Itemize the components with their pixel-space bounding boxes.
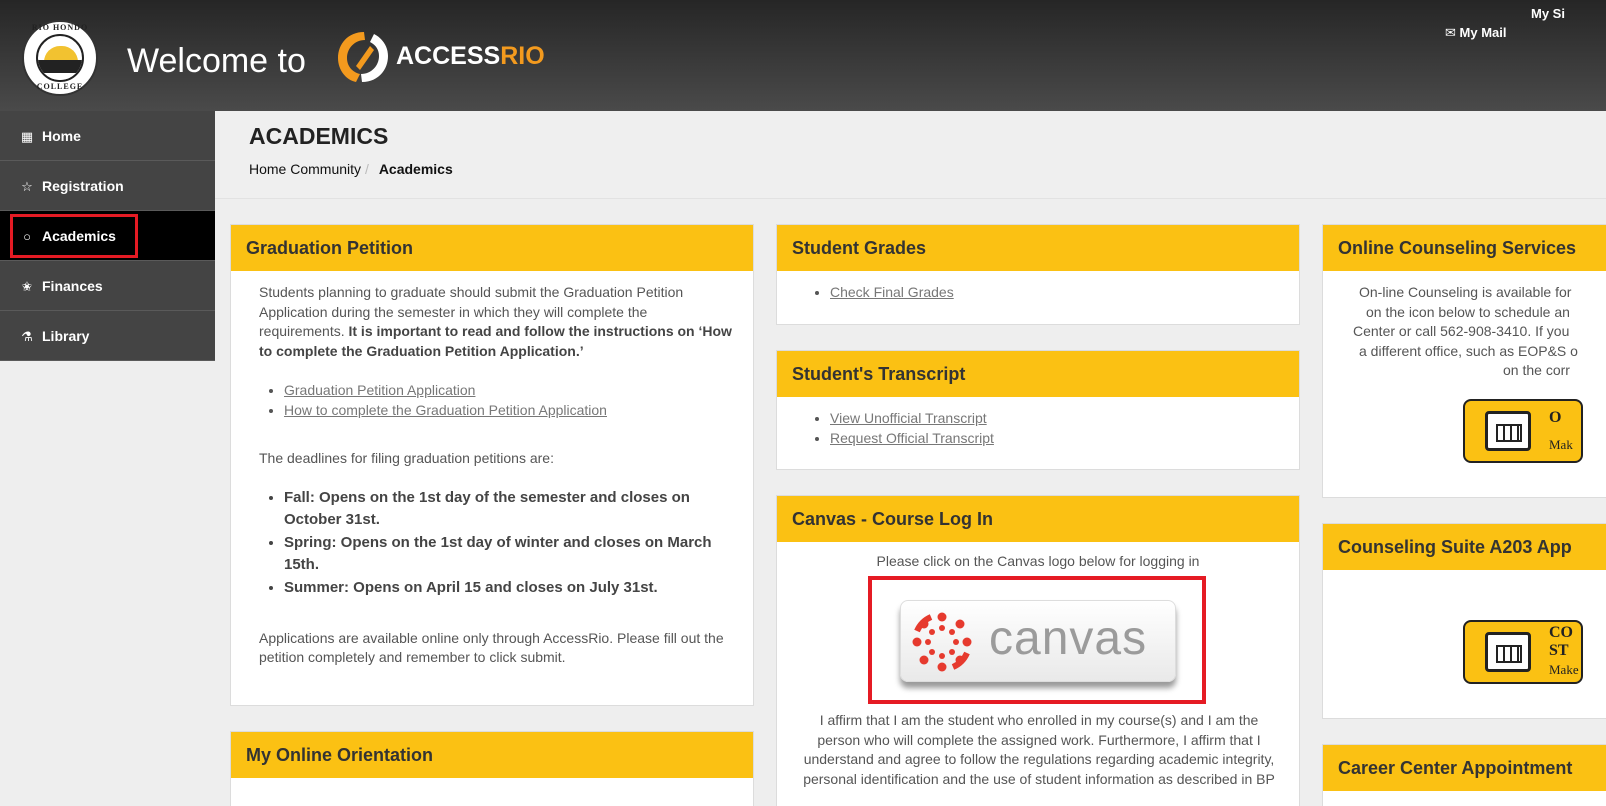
accessrio-wordmark: ACCESSRIO [396, 42, 545, 71]
highlight-box [10, 214, 138, 258]
welcome-text: Welcome to [127, 42, 306, 80]
graduation-outro: Applications are available online only t… [259, 629, 724, 666]
online-orientation-card: My Online Orientation [230, 731, 754, 806]
canvas-wordmark: canvas [989, 612, 1148, 665]
rio-hondo-college-seal[interactable]: RIO HONDO COLLEGE [22, 20, 98, 96]
seal-text-top: RIO HONDO [31, 23, 89, 32]
sidebar-item-label: Finances [42, 278, 103, 294]
my-mail-label: My Mail [1459, 25, 1507, 40]
card-title: My Online Orientation [231, 732, 753, 778]
deadlines-intro: The deadlines for filing graduation peti… [259, 450, 554, 466]
graduation-intro: Students planning to graduate should sub… [259, 284, 732, 359]
online-counseling-card: Online Counseling Services On-line Couns… [1322, 224, 1606, 498]
card-title: Online Counseling Services [1323, 225, 1606, 271]
card-title: Canvas - Course Log In [777, 496, 1299, 542]
sidebar-item-library[interactable]: ⚗ Library [0, 311, 215, 361]
canvas-logo-icon [912, 612, 972, 672]
calendar-icon [1485, 632, 1531, 672]
card-title: Counseling Suite A203 App [1323, 524, 1606, 570]
deadline-summer: Summer: Opens on April 15 and closes on … [284, 577, 733, 599]
counseling-suite-card: Counseling Suite A203 App CO ST Make [1322, 523, 1606, 719]
logo-rio-text: RIO [500, 42, 545, 70]
sidebar-item-academics[interactable]: ○ Academics [0, 211, 215, 261]
view-unofficial-transcript-link[interactable]: View Unofficial Transcript [830, 410, 987, 426]
breadcrumb-home-link[interactable]: Home Community [249, 161, 361, 177]
sidebar-item-home[interactable]: ▦ Home [0, 111, 215, 161]
student-transcript-card: Student's Transcript View Unofficial Tra… [776, 350, 1300, 470]
career-center-card: Career Center Appointment [1322, 744, 1606, 806]
breadcrumb: Home Community / Academics [249, 161, 453, 177]
student-grades-card: Student Grades Check Final Grades [776, 224, 1300, 325]
online-counseling-appointment-button[interactable]: O Mak [1463, 399, 1583, 463]
card-title: Career Center Appointment [1323, 745, 1606, 791]
grid-icon: ▦ [20, 129, 34, 144]
seal-emblem-icon [36, 34, 84, 82]
card-title: Student's Transcript [777, 351, 1299, 397]
star-outline-icon: ☆ [21, 179, 33, 194]
sidebar-item-label: Library [42, 328, 90, 344]
counseling-description: On-line Counseling is available for on t… [1353, 284, 1578, 378]
breadcrumb-current: Academics [378, 161, 453, 177]
star-half-icon: ✬ [21, 279, 33, 294]
request-official-transcript-link[interactable]: Request Official Transcript [830, 430, 994, 446]
seal-text-bottom: COLLEGE [36, 82, 84, 91]
graduation-petition-link[interactable]: Graduation Petition Application [284, 382, 475, 398]
card-title: Student Grades [777, 225, 1299, 271]
accessrio-logo-icon[interactable] [334, 28, 392, 86]
highlight-box: canvas [868, 576, 1206, 704]
sidebar-item-finances[interactable]: ✬ Finances [0, 261, 215, 311]
my-site-link[interactable]: My Si [1531, 6, 1565, 21]
canvas-login-card: Canvas - Course Log In Please click on t… [776, 495, 1300, 806]
calendar-icon [1485, 411, 1531, 451]
canvas-affirmation: I affirm that I am the student who enrol… [803, 712, 1275, 787]
page-title-bar: ACADEMICS Home Community / Academics [215, 111, 1606, 199]
deadline-spring: Spring: Opens on the 1st day of winter a… [284, 532, 733, 576]
envelope-icon: ✉ [1445, 25, 1456, 40]
sidebar-item-label: Registration [42, 178, 124, 194]
canvas-instruction: Please click on the Canvas logo below fo… [876, 553, 1200, 569]
flask-icon: ⚗ [21, 329, 33, 344]
my-mail-link[interactable]: ✉ My Mail [1445, 25, 1507, 41]
sidebar-nav: ▦ Home ☆ Registration ○ Academics ✬ Fina… [0, 111, 215, 361]
graduation-instructions-link[interactable]: How to complete the Graduation Petition … [284, 402, 607, 418]
site-header: RIO HONDO COLLEGE Welcome to ACCESSRIO ✉… [0, 0, 1606, 111]
graduation-petition-card: Graduation Petition Students planning to… [230, 224, 754, 706]
sidebar-item-registration[interactable]: ☆ Registration [0, 161, 215, 211]
page-title: ACADEMICS [249, 123, 389, 149]
canvas-logo-button[interactable]: canvas [900, 600, 1176, 682]
counseling-suite-appointment-button[interactable]: CO ST Make [1463, 620, 1583, 684]
check-final-grades-link[interactable]: Check Final Grades [830, 284, 954, 300]
sidebar-item-label: Home [42, 128, 81, 144]
deadline-fall: Fall: Opens on the 1st day of the semest… [284, 487, 733, 531]
card-title: Graduation Petition [231, 225, 753, 271]
logo-access-text: ACCESS [396, 42, 501, 70]
